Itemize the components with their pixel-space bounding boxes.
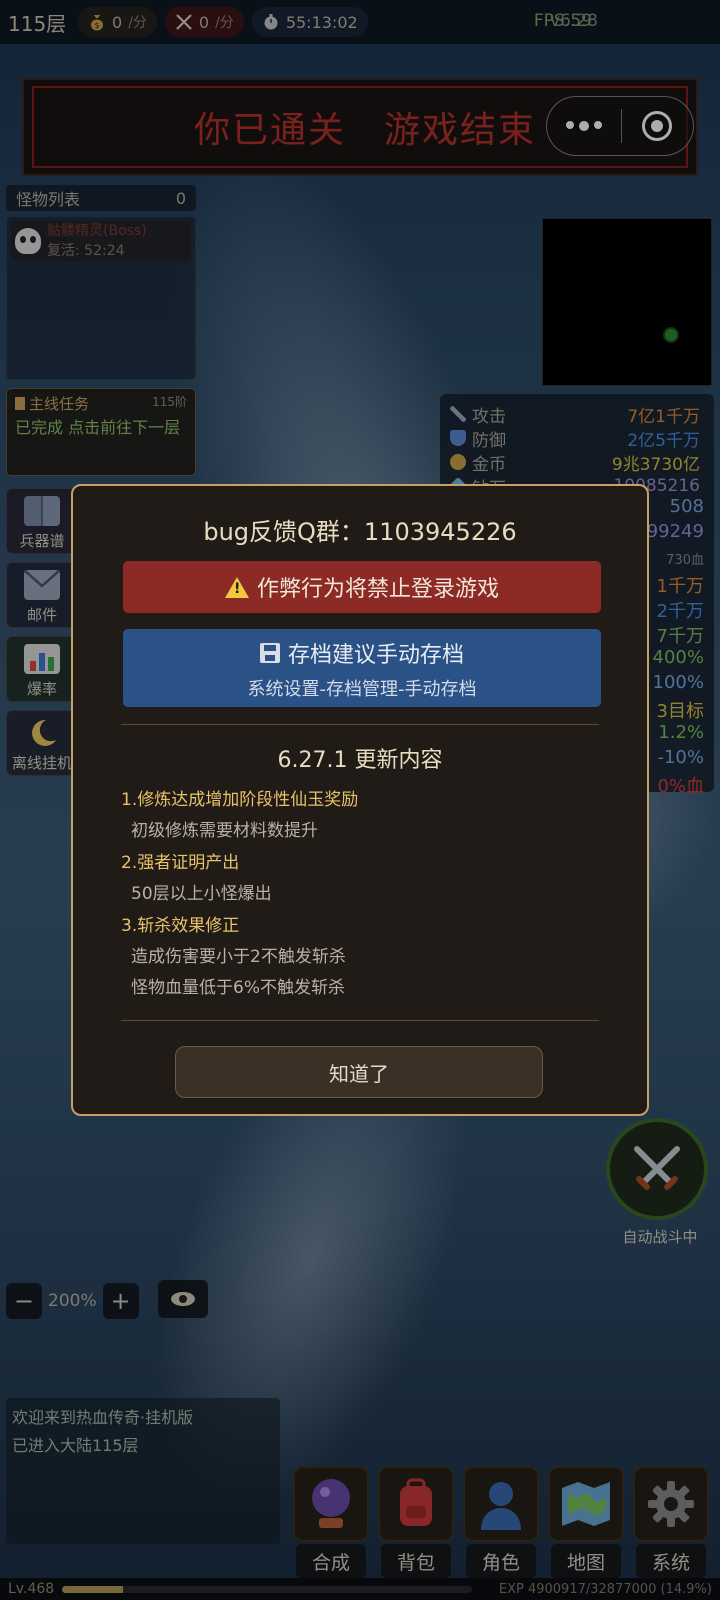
update-title: 6.27.1 更新内容 bbox=[277, 748, 443, 773]
divider bbox=[121, 724, 599, 725]
save-title: 存档建议手动存档 bbox=[287, 643, 464, 668]
save-path: 系统设置-存档管理-手动存档 bbox=[247, 679, 477, 700]
note-line: 造成伤害要小于2不触发斩杀 bbox=[131, 947, 346, 967]
note-line: 怪物血量低于6%不触发斩杀 bbox=[131, 978, 345, 998]
floppy-disk-icon bbox=[259, 643, 280, 663]
note-line: 50层以上小怪爆出 bbox=[131, 884, 272, 904]
acknowledge-button[interactable]: 知道了 bbox=[175, 1046, 543, 1098]
note-heading: 1.修炼达成增加阶段性仙玉奖励 bbox=[121, 790, 359, 810]
update-notice-modal: bug反馈Q群：1103945226 作弊行为将禁止登录游戏 存档建议手动存档 … bbox=[71, 484, 649, 1116]
note-line: 初级修炼需要材料数提升 bbox=[131, 821, 318, 841]
update-notes: 1.修炼达成增加阶段性仙玉奖励 初级修炼需要材料数提升 2.强者证明产出 50层… bbox=[121, 784, 601, 1004]
divider bbox=[121, 1020, 599, 1021]
note-heading: 3.斩杀效果修正 bbox=[121, 916, 240, 936]
modal-title: bug反馈Q群：1103945226 bbox=[203, 518, 517, 546]
note-heading: 2.强者证明产出 bbox=[121, 853, 240, 873]
save-notice: 存档建议手动存档 系统设置-存档管理-手动存档 bbox=[123, 629, 601, 707]
warning-text: 作弊行为将禁止登录游戏 bbox=[256, 577, 499, 602]
warning-icon bbox=[224, 576, 249, 598]
anti-cheat-warning: 作弊行为将禁止登录游戏 bbox=[123, 561, 601, 613]
